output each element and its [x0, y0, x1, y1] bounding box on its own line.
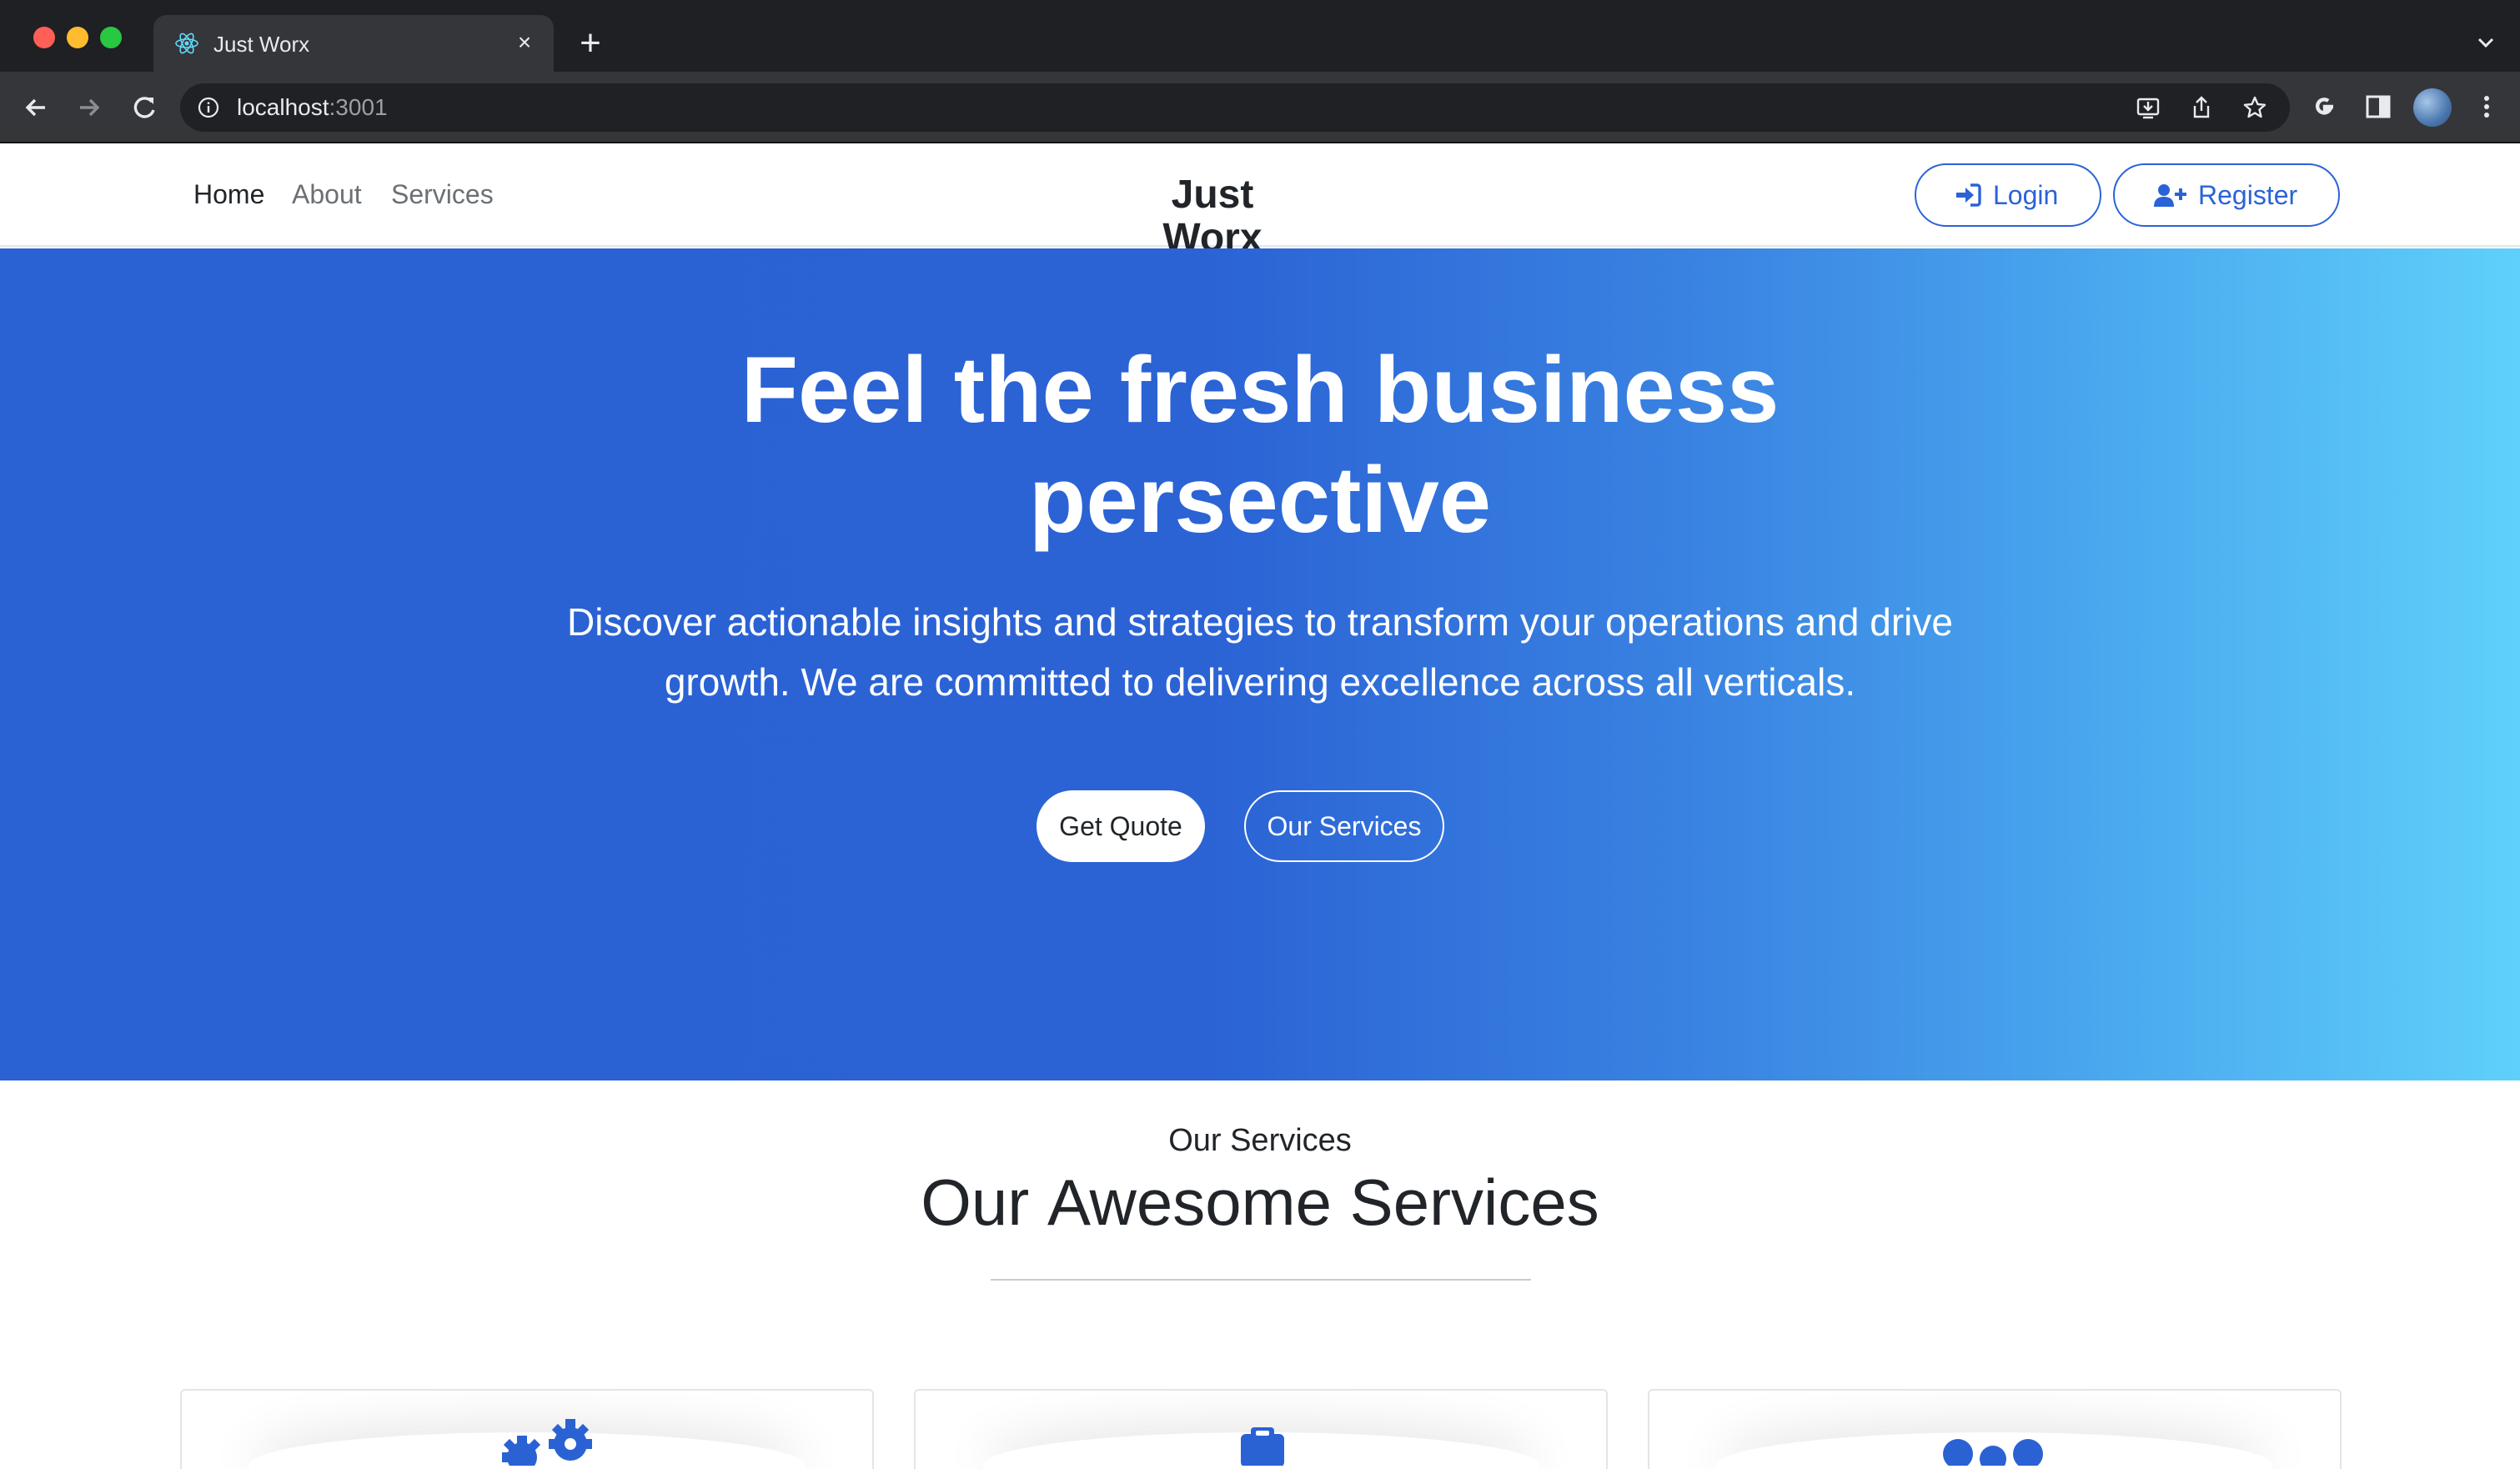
clipboard-icon — [1241, 1427, 1284, 1466]
forward-arrow-icon[interactable] — [72, 90, 107, 125]
services-title-part-3: Services — [1332, 1166, 1599, 1239]
service-card-1[interactable] — [180, 1389, 874, 1469]
nav-about-link[interactable]: About — [292, 178, 362, 210]
hero-banner: Feel the fresh business persective Disco… — [0, 248, 2520, 1080]
install-app-icon[interactable] — [2135, 94, 2161, 121]
gears-icon — [502, 1419, 592, 1466]
new-tab-button[interactable]: + — [574, 25, 607, 62]
hero-subtitle-line-1: Discover actionable insights and strateg… — [567, 600, 1953, 644]
hero-subtitle-line-2: growth. We are committed to delivering e… — [664, 660, 1856, 704]
window-minimize-button[interactable] — [67, 27, 88, 48]
share-icon[interactable] — [2188, 94, 2215, 121]
browser-tab-strip: Just Worx × + — [0, 0, 2520, 72]
browser-toolbar: localhost:3001 — [0, 72, 2520, 143]
service-card-3[interactable] — [1648, 1389, 2342, 1469]
google-extension-icon[interactable] — [2308, 90, 2342, 123]
service-card-2[interactable] — [914, 1389, 1608, 1469]
site-navbar: Home About Services Just Worx Login Regi… — [0, 143, 2520, 260]
user-plus-icon — [2154, 184, 2186, 207]
hero-title-line-2: persective — [1028, 448, 1492, 552]
site-info-icon[interactable] — [197, 96, 220, 119]
nav-services-link[interactable]: Services — [391, 178, 494, 210]
window-zoom-button[interactable] — [100, 27, 122, 48]
url-text[interactable]: localhost:3001 — [237, 95, 388, 120]
window-close-button[interactable] — [33, 27, 55, 48]
hero-subtitle: Discover actionable insights and strateg… — [510, 592, 2010, 712]
reload-icon[interactable] — [127, 90, 162, 125]
browser-tab[interactable]: Just Worx × — [153, 15, 554, 72]
services-eyebrow: Our Services — [1168, 1123, 1352, 1158]
tab-close-icon[interactable]: × — [510, 28, 539, 57]
browser-menu-icon[interactable] — [2470, 90, 2503, 123]
section-divider — [991, 1279, 1531, 1281]
register-label: Register — [2198, 180, 2298, 210]
bookmark-star-icon[interactable] — [2241, 94, 2268, 121]
login-label: Login — [1993, 180, 2059, 210]
services-title-part-1: Our — [921, 1166, 1047, 1239]
react-favicon-icon — [175, 33, 198, 54]
side-panel-icon[interactable] — [2362, 90, 2395, 123]
services-title-emphasis: Awesome — [1047, 1166, 1332, 1239]
profile-avatar[interactable] — [2413, 88, 2452, 127]
tab-search-chevron-icon[interactable] — [2473, 30, 2498, 55]
hero-title-line-1: Feel the fresh business — [740, 338, 1780, 442]
back-arrow-icon[interactable] — [18, 90, 53, 125]
sign-in-icon — [1956, 183, 1981, 207]
nav-home-link[interactable]: Home — [193, 178, 264, 210]
our-services-button[interactable]: Our Services — [1244, 790, 1444, 862]
hero-title: Feel the fresh business persective — [510, 335, 2010, 555]
users-icon — [1943, 1439, 2043, 1466]
register-button[interactable]: Register — [2113, 163, 2340, 227]
login-button[interactable]: Login — [1915, 163, 2101, 227]
services-title: Our Awesome Services — [760, 1164, 1760, 1241]
brand-logo-text[interactable]: Just Worx — [1121, 173, 1304, 260]
get-quote-button[interactable]: Get Quote — [1037, 790, 1205, 862]
tab-title: Just Worx — [213, 32, 310, 57]
address-bar[interactable]: localhost:3001 — [180, 83, 2290, 132]
